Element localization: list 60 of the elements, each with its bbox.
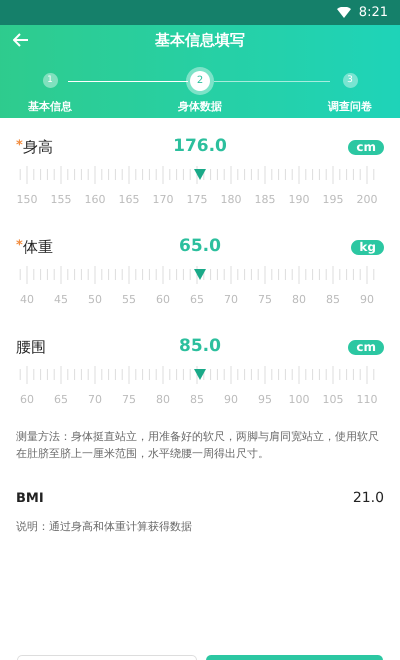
scale-label: 80 — [155, 392, 171, 408]
scale-label: 155 — [50, 192, 72, 208]
measure-value: 65.0 — [179, 235, 221, 258]
bmi-label: BMI — [16, 490, 44, 508]
step-label: 基本信息 — [28, 98, 72, 115]
measure-label: 身高 — [22, 136, 53, 158]
primary-button[interactable] — [206, 655, 383, 660]
bmi-note: 说明：通过身高和体重计算获得数据 — [16, 519, 193, 535]
wifi-icon — [336, 7, 351, 18]
scale-label: 80 — [291, 292, 307, 308]
scale-label: 160 — [84, 192, 106, 208]
measure-value: 176.0 — [173, 135, 227, 158]
secondary-button[interactable] — [17, 655, 196, 660]
pointer-icon — [194, 369, 206, 380]
unit-badge: kg — [351, 240, 384, 254]
measure-label: 体重 — [22, 236, 53, 258]
step-label: 身体数据 — [178, 98, 222, 115]
scale-label: 40 — [19, 292, 35, 308]
measure-value: 85.0 — [179, 335, 221, 358]
scale-label: 60 — [19, 392, 35, 408]
scale-label: 190 — [288, 192, 310, 208]
required-mark: * — [16, 236, 23, 255]
scale-label: 85 — [189, 392, 205, 408]
pointer-icon — [194, 169, 206, 180]
measure-note: 测量方法：身体挺直站立，用准备好的软尺，两脚与肩同宽站立，使用软尺在肚脐至脐上一厘米范围，水平绕腰一周得出尺寸。 — [16, 429, 380, 462]
scale-label: 195 — [322, 192, 344, 208]
required-mark: * — [16, 136, 23, 155]
measure-label: 腰围 — [16, 336, 46, 358]
scale-label: 180 — [220, 192, 242, 208]
unit-badge: cm — [348, 140, 384, 154]
scale-label: 100 — [288, 392, 310, 408]
scale-label: 90 — [359, 292, 375, 308]
scale-label: 165 — [118, 192, 140, 208]
scale-label: 75 — [257, 292, 273, 308]
step-label: 调查问卷 — [328, 98, 372, 115]
scale-label: 65 — [53, 392, 69, 408]
bmi-value: 21.0 — [352, 489, 384, 508]
scale-label: 50 — [87, 292, 103, 308]
scale-label: 110 — [356, 392, 378, 408]
unit-badge: cm — [348, 340, 384, 354]
scale-label: 90 — [223, 392, 239, 408]
scale-label: 65 — [189, 292, 205, 308]
scale-label: 150 — [16, 192, 38, 208]
back-icon[interactable] — [13, 32, 29, 47]
scale-label: 70 — [223, 292, 239, 308]
scale-label: 55 — [121, 292, 137, 308]
scale-label: 200 — [356, 192, 378, 208]
pointer-icon — [194, 269, 206, 280]
scale-label: 45 — [53, 292, 69, 308]
scale-label: 70 — [87, 392, 103, 408]
scale-label: 95 — [257, 392, 273, 408]
page-title: 基本信息填写 — [155, 30, 245, 51]
scale-label: 185 — [254, 192, 276, 208]
clock: 8:21 — [358, 4, 388, 22]
scale-label: 105 — [322, 392, 344, 408]
scale-label: 60 — [155, 292, 171, 308]
scale-label: 75 — [121, 392, 137, 408]
scale-label: 170 — [152, 192, 174, 208]
scale-label: 85 — [325, 292, 341, 308]
scale-label: 175 — [186, 192, 208, 208]
